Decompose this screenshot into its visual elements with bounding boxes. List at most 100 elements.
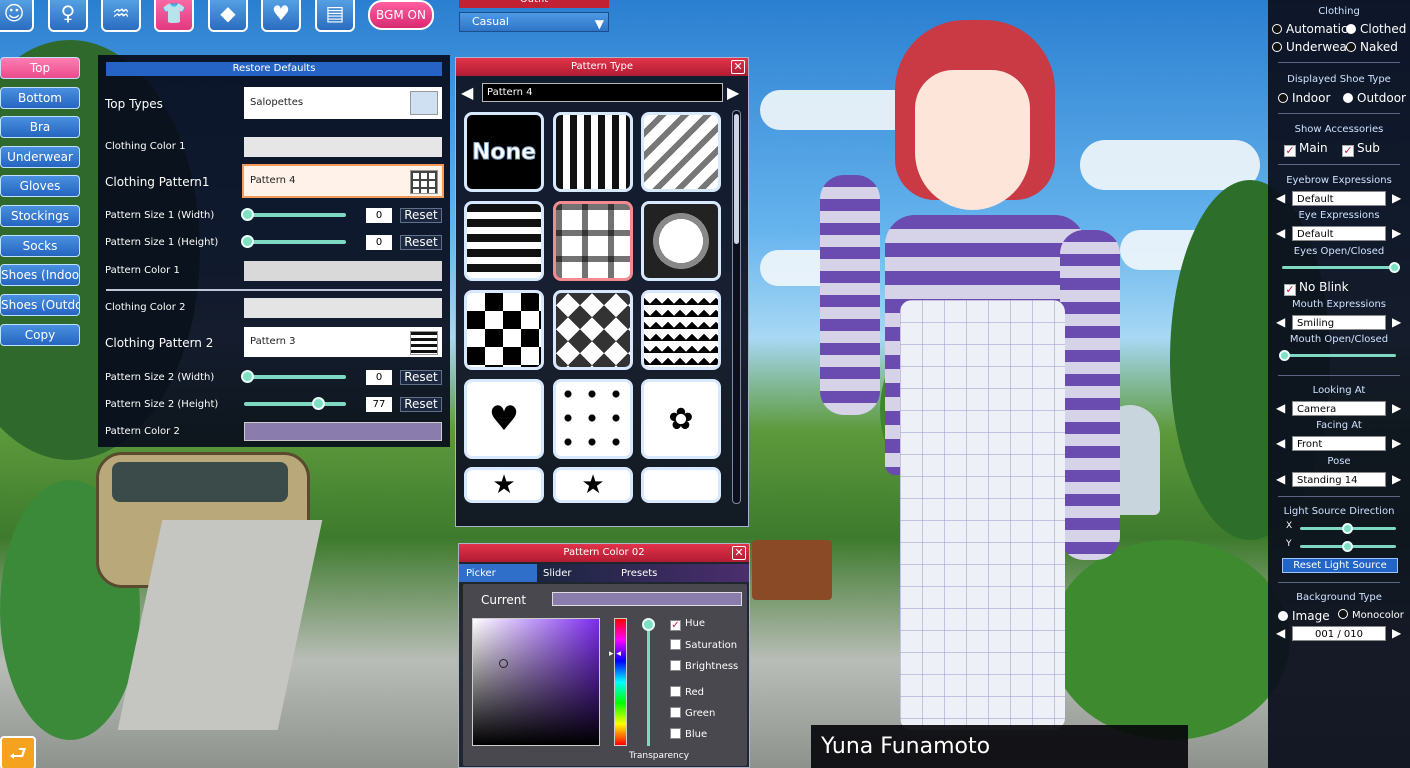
brightness-checkbox[interactable]: Brightness xyxy=(670,660,738,672)
category-shoes-outdoor[interactable]: Shoes (Outdoor) xyxy=(0,294,80,316)
pattern-size-1-height-value[interactable]: 0 xyxy=(366,235,392,250)
transparency-slider[interactable] xyxy=(642,618,655,746)
tab-slider[interactable]: Slider xyxy=(543,568,572,579)
previous-pose-icon[interactable]: ◀ xyxy=(1276,472,1285,486)
background-monocolor-radio[interactable]: Monocolor xyxy=(1338,609,1404,621)
green-checkbox[interactable]: Green xyxy=(670,707,715,719)
looking-at-select[interactable]: Camera xyxy=(1292,401,1386,416)
clothing-automatic-radio[interactable]: Automatic xyxy=(1272,22,1348,36)
accessory-icon[interactable]: ◆ xyxy=(208,0,248,32)
pattern-tile-tartan[interactable] xyxy=(641,201,721,281)
pattern-tile-star[interactable]: ★ xyxy=(464,467,544,503)
pattern-size-2-height-slider[interactable] xyxy=(244,397,346,410)
pattern-size-1-width-value[interactable]: 0 xyxy=(366,208,392,223)
category-shoes-indoor[interactable]: Shoes (Indoor) xyxy=(0,264,80,286)
next-background-icon[interactable]: ▶ xyxy=(1392,626,1401,640)
pattern-size-2-height-value[interactable]: 77 xyxy=(366,397,392,412)
blue-checkbox[interactable]: Blue xyxy=(670,728,707,740)
clothing-clothed-radio[interactable]: Clothed xyxy=(1346,22,1406,36)
pattern-scrollbar[interactable] xyxy=(732,110,741,504)
previous-looking-icon[interactable]: ◀ xyxy=(1276,401,1285,415)
heart-icon[interactable]: ♥ xyxy=(261,0,301,32)
pattern-tile-misc[interactable] xyxy=(641,467,721,503)
next-facing-icon[interactable]: ▶ xyxy=(1392,436,1401,450)
next-pose-icon[interactable]: ▶ xyxy=(1392,472,1401,486)
hue-checkbox[interactable]: ✓ Hue xyxy=(670,618,705,631)
document-icon[interactable]: ▤ xyxy=(315,0,355,32)
shoe-indoor-radio[interactable]: Indoor xyxy=(1278,91,1330,105)
accessories-main-checkbox[interactable]: ✓ Main xyxy=(1284,141,1328,157)
background-select[interactable]: 001 / 010 xyxy=(1292,626,1386,641)
pattern-tile-horizontal-stripes[interactable] xyxy=(464,201,544,281)
restore-defaults-button[interactable]: Restore Defaults xyxy=(106,62,442,76)
category-bra[interactable]: Bra xyxy=(0,116,80,138)
no-blink-checkbox[interactable]: ✓ No Blink xyxy=(1284,280,1349,296)
background-image-radio[interactable]: Image xyxy=(1278,609,1330,623)
category-gloves[interactable]: Gloves xyxy=(0,175,80,197)
pattern-tile-houndstooth[interactable] xyxy=(641,290,721,370)
pattern-tile-none[interactable]: None xyxy=(464,112,544,192)
face-icon[interactable]: ☺ xyxy=(0,0,34,32)
scrollbar-thumb[interactable] xyxy=(734,114,739,244)
back-icon[interactable]: ⮐ xyxy=(0,736,36,768)
previous-facing-icon[interactable]: ◀ xyxy=(1276,436,1285,450)
close-icon[interactable]: ✕ xyxy=(732,546,746,560)
mouth-open-slider[interactable] xyxy=(1279,350,1396,361)
pattern-tile-polka-dots[interactable] xyxy=(553,379,633,459)
pattern-size-1-width-slider[interactable] xyxy=(241,208,346,221)
pattern-tile-heart[interactable]: ♥ xyxy=(464,379,544,459)
top-types-select[interactable]: Salopettes xyxy=(244,87,442,119)
pattern-size-2-width-slider[interactable] xyxy=(241,370,346,383)
shoe-outdoor-radio[interactable]: Outdoor xyxy=(1343,91,1406,105)
mouth-select[interactable]: Smiling xyxy=(1292,315,1386,330)
next-looking-icon[interactable]: ▶ xyxy=(1392,401,1401,415)
reset-size-2-height-button[interactable]: Reset xyxy=(400,397,442,412)
body-icon[interactable]: ♀ xyxy=(48,0,88,32)
slider-knob[interactable] xyxy=(1279,350,1290,361)
accessories-sub-checkbox[interactable]: ✓ Sub xyxy=(1342,141,1380,157)
next-eye-icon[interactable]: ▶ xyxy=(1392,226,1401,240)
next-pattern-icon[interactable]: ▶ xyxy=(727,83,739,102)
slider-knob[interactable] xyxy=(241,370,254,383)
reset-light-source-button[interactable]: Reset Light Source xyxy=(1282,558,1398,573)
picker-cursor[interactable] xyxy=(499,659,508,668)
tab-picker[interactable]: Picker xyxy=(466,568,496,579)
saturation-brightness-picker[interactable] xyxy=(472,618,600,746)
pattern-size-2-width-value[interactable]: 0 xyxy=(366,370,392,385)
pattern-tile-vertical-stripes[interactable] xyxy=(553,112,633,192)
pattern-tile-flower[interactable]: ✿ xyxy=(641,379,721,459)
outfit-select[interactable]: Casual ▼ xyxy=(459,12,609,32)
previous-mouth-icon[interactable]: ◀ xyxy=(1276,315,1285,329)
previous-background-icon[interactable]: ◀ xyxy=(1276,626,1285,640)
next-eyebrow-icon[interactable]: ▶ xyxy=(1392,191,1401,205)
category-stockings[interactable]: Stockings xyxy=(0,205,80,227)
bgm-toggle-button[interactable]: BGM ON xyxy=(368,0,434,30)
clothing-color-2-swatch[interactable] xyxy=(244,298,442,318)
red-checkbox[interactable]: Red xyxy=(670,686,704,698)
slider-knob[interactable] xyxy=(642,618,655,631)
clothing-underwear-radio[interactable]: Underwear xyxy=(1272,40,1352,54)
pose-select[interactable]: Standing 14 xyxy=(1292,472,1386,487)
pattern-tile-checkerboard[interactable] xyxy=(464,290,544,370)
pattern-tile-argyle[interactable] xyxy=(553,290,633,370)
eyes-open-slider[interactable] xyxy=(1282,262,1400,273)
slider-knob[interactable] xyxy=(1342,523,1353,534)
clothing-pattern-1-select[interactable]: Pattern 4 xyxy=(242,164,444,198)
slider-knob[interactable] xyxy=(1342,541,1353,552)
category-underwear[interactable]: Underwear xyxy=(0,146,80,168)
previous-eye-icon[interactable]: ◀ xyxy=(1276,226,1285,240)
pattern-color-1-swatch[interactable] xyxy=(244,261,442,281)
pattern-tile-plaid[interactable] xyxy=(553,201,633,281)
category-bottom[interactable]: Bottom xyxy=(0,87,80,109)
eyebrow-select[interactable]: Default xyxy=(1292,191,1386,206)
close-icon[interactable]: ✕ xyxy=(731,60,745,74)
saturation-checkbox[interactable]: Saturation xyxy=(670,639,737,651)
hue-slider[interactable] xyxy=(614,618,627,746)
eye-select[interactable]: Default xyxy=(1292,226,1386,241)
clothing-naked-radio[interactable]: Naked xyxy=(1346,40,1398,54)
hair-icon[interactable]: ♒ xyxy=(101,0,141,32)
slider-knob[interactable] xyxy=(241,208,254,221)
reset-size-1-width-button[interactable]: Reset xyxy=(400,208,442,223)
slider-knob[interactable] xyxy=(311,397,325,410)
category-top[interactable]: Top xyxy=(0,57,80,79)
